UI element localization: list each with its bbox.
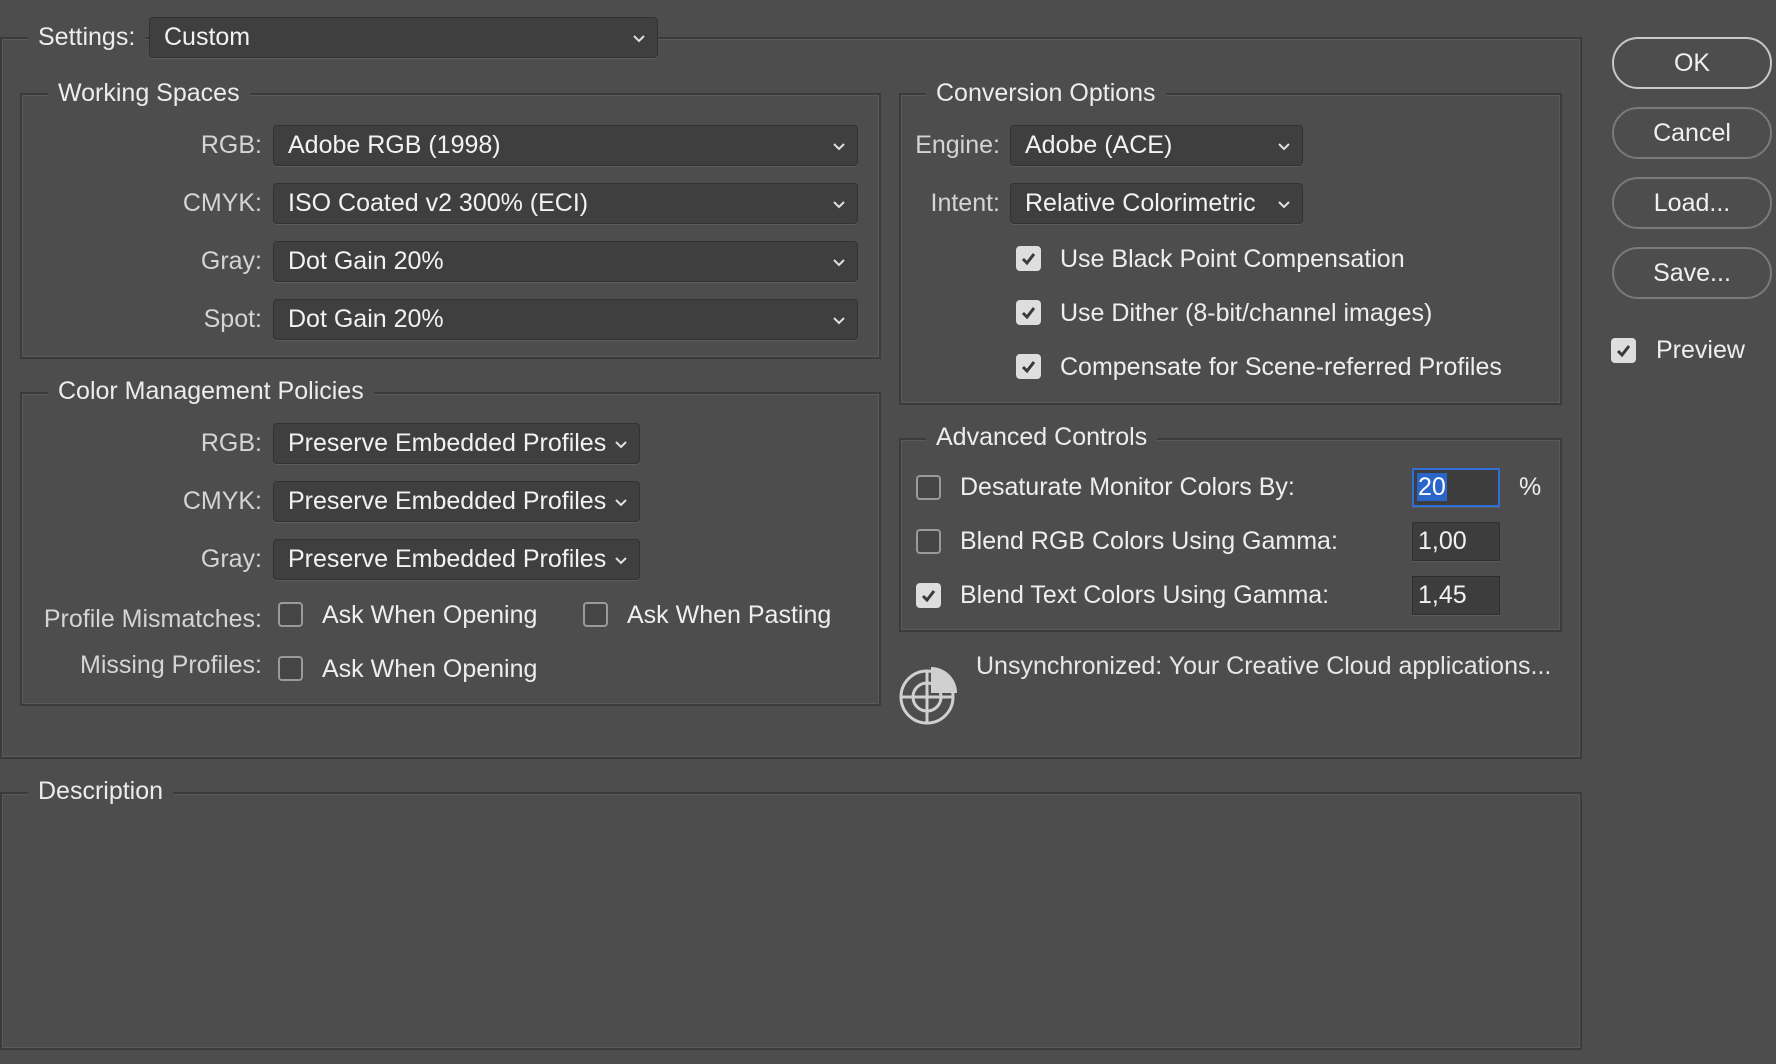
- mismatch-ask-pasting-checkbox[interactable]: [583, 602, 608, 627]
- missing-ask-opening-checkbox[interactable]: [278, 656, 303, 681]
- scene-referred-label: Compensate for Scene-referred Profiles: [1060, 353, 1502, 381]
- cmp-cmyk-label: CMYK:: [182, 487, 262, 515]
- ws-spot-label: Spot:: [203, 305, 262, 333]
- settings-label: Settings:: [28, 22, 146, 52]
- sync-status-icon: [899, 667, 957, 725]
- dither-label: Use Dither (8-bit/channel images): [1060, 299, 1433, 327]
- blend-text-label: Blend Text Colors Using Gamma:: [960, 581, 1330, 609]
- blend-text-input[interactable]: 1,45: [1412, 576, 1500, 615]
- blend-rgb-checkbox[interactable]: [916, 529, 941, 554]
- blend-rgb-input[interactable]: 1,00: [1412, 522, 1500, 561]
- engine-select[interactable]: Adobe (ACE): [1010, 125, 1303, 166]
- ok-button[interactable]: OK: [1612, 37, 1772, 89]
- chevron-down-icon: [633, 35, 645, 43]
- chevron-down-icon: [833, 201, 845, 209]
- desaturate-input[interactable]: 20: [1412, 468, 1500, 507]
- ws-gray-label: Gray:: [200, 247, 262, 275]
- cmp-gray-value: Preserve Embedded Profiles: [288, 545, 607, 573]
- chevron-down-icon: [615, 441, 627, 449]
- ws-rgb-select[interactable]: Adobe RGB (1998): [273, 125, 858, 166]
- chevron-down-icon: [833, 317, 845, 325]
- checkmark-icon: [1021, 307, 1036, 320]
- chevron-down-icon: [615, 499, 627, 507]
- mismatch-ask-pasting-label: Ask When Pasting: [627, 601, 832, 629]
- cmp-cmyk-value: Preserve Embedded Profiles: [288, 487, 607, 515]
- desaturate-label: Desaturate Monitor Colors By:: [960, 473, 1295, 501]
- missing-profiles-label: Missing Profiles:: [80, 651, 262, 679]
- chevron-down-icon: [615, 557, 627, 565]
- intent-value: Relative Colorimetric: [1025, 189, 1256, 217]
- cancel-button[interactable]: Cancel: [1612, 107, 1772, 159]
- settings-value: Custom: [164, 23, 251, 51]
- ws-gray-value: Dot Gain 20%: [288, 247, 444, 275]
- preview-checkbox[interactable]: [1611, 338, 1636, 363]
- ws-rgb-label: RGB:: [200, 131, 262, 159]
- load-button[interactable]: Load...: [1612, 177, 1772, 229]
- desaturate-value: 20: [1417, 473, 1447, 501]
- ws-cmyk-select[interactable]: ISO Coated v2 300% (ECI): [273, 183, 858, 224]
- cmp-rgb-label: RGB:: [200, 429, 262, 457]
- cmp-rgb-value: Preserve Embedded Profiles: [288, 429, 607, 457]
- description-group: [0, 792, 1582, 1050]
- profile-mismatches-label: Profile Mismatches:: [43, 605, 262, 633]
- chevron-down-icon: [1278, 201, 1290, 209]
- ws-rgb-value: Adobe RGB (1998): [288, 131, 501, 159]
- dither-checkbox[interactable]: [1016, 300, 1041, 325]
- desaturate-checkbox[interactable]: [916, 475, 941, 500]
- checkmark-icon: [1021, 253, 1036, 266]
- chevron-down-icon: [833, 259, 845, 267]
- chevron-down-icon: [1278, 143, 1290, 151]
- advanced-controls-title: Advanced Controls: [926, 422, 1158, 452]
- ws-spot-value: Dot Gain 20%: [288, 305, 444, 333]
- preview-label: Preview: [1656, 336, 1745, 364]
- cmp-rgb-select[interactable]: Preserve Embedded Profiles: [273, 423, 640, 464]
- ws-cmyk-value: ISO Coated v2 300% (ECI): [288, 189, 589, 217]
- blend-rgb-label: Blend RGB Colors Using Gamma:: [960, 527, 1338, 555]
- engine-label: Engine:: [915, 131, 1000, 159]
- engine-value: Adobe (ACE): [1025, 131, 1173, 159]
- cmp-gray-label: Gray:: [200, 545, 262, 573]
- missing-ask-opening-label: Ask When Opening: [322, 655, 538, 683]
- ws-gray-select[interactable]: Dot Gain 20%: [273, 241, 858, 282]
- working-spaces-title: Working Spaces: [48, 78, 250, 108]
- chevron-down-icon: [833, 143, 845, 151]
- intent-label: Intent:: [930, 189, 1001, 217]
- intent-select[interactable]: Relative Colorimetric: [1010, 183, 1303, 224]
- cmp-gray-select[interactable]: Preserve Embedded Profiles: [273, 539, 640, 580]
- color-policies-title: Color Management Policies: [48, 376, 374, 406]
- checkmark-icon: [1021, 361, 1036, 374]
- cmp-cmyk-select[interactable]: Preserve Embedded Profiles: [273, 481, 640, 522]
- description-title: Description: [28, 776, 174, 806]
- sync-status-text: Unsynchronized: Your Creative Cloud appl…: [976, 652, 1552, 680]
- mismatch-ask-opening-checkbox[interactable]: [278, 602, 303, 627]
- blend-text-value: 1,45: [1418, 581, 1467, 609]
- conversion-options-title: Conversion Options: [926, 78, 1166, 108]
- blend-rgb-value: 1,00: [1418, 527, 1467, 555]
- desaturate-unit: %: [1519, 473, 1542, 501]
- blend-text-checkbox[interactable]: [916, 583, 941, 608]
- scene-referred-checkbox[interactable]: [1016, 354, 1041, 379]
- checkmark-icon: [921, 590, 936, 603]
- checkmark-icon: [1616, 345, 1631, 358]
- black-point-label: Use Black Point Compensation: [1060, 245, 1405, 273]
- ws-cmyk-label: CMYK:: [182, 189, 262, 217]
- black-point-checkbox[interactable]: [1016, 246, 1041, 271]
- mismatch-ask-opening-label: Ask When Opening: [322, 601, 538, 629]
- save-button[interactable]: Save...: [1612, 247, 1772, 299]
- settings-select[interactable]: Custom: [149, 17, 658, 58]
- ws-spot-select[interactable]: Dot Gain 20%: [273, 299, 858, 340]
